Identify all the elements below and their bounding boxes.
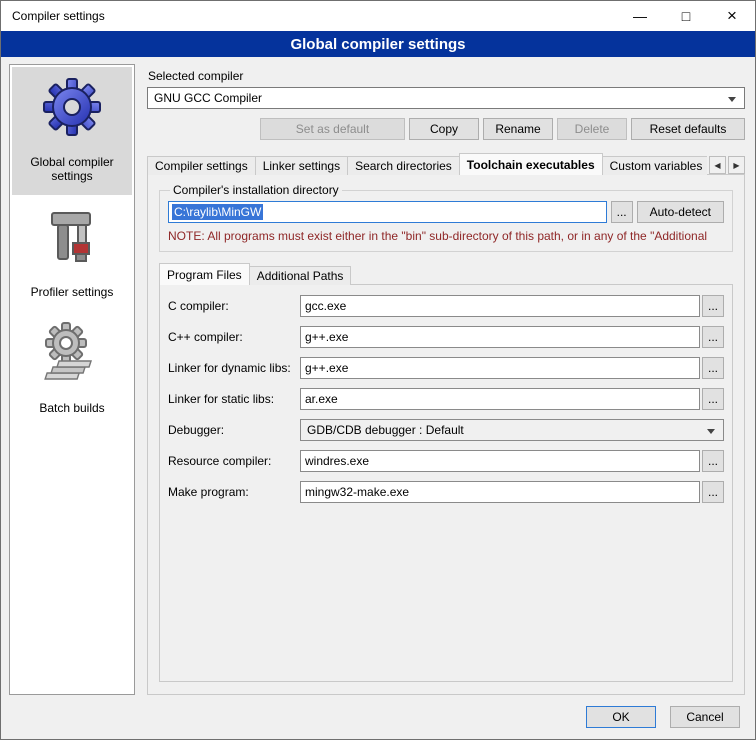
sidebar-item-profiler-settings[interactable]: Profiler settings <box>12 197 132 311</box>
tabs: Compiler settings Linker settings Search… <box>147 153 707 175</box>
minimize-button[interactable]: — <box>617 1 663 31</box>
debugger-row: Debugger: GDB/CDB debugger : Default <box>168 419 724 441</box>
c-compiler-value: gcc.exe <box>305 299 346 313</box>
dynamic-linker-value: g++.exe <box>305 361 348 375</box>
installation-directory-legend: Compiler's installation directory <box>170 183 342 197</box>
delete-button[interactable]: Delete <box>557 118 627 140</box>
make-program-label: Make program: <box>168 485 300 499</box>
dialog-footer: OK Cancel <box>1 695 755 739</box>
dynamic-linker-input[interactable]: g++.exe <box>300 357 700 379</box>
cpp-compiler-browse-button[interactable]: ... <box>702 326 724 348</box>
static-linker-label: Linker for static libs: <box>168 392 300 406</box>
ok-button[interactable]: OK <box>586 706 656 728</box>
sidebar-item-batch-builds[interactable]: Batch builds <box>12 313 132 427</box>
close-button[interactable]: × <box>709 1 755 31</box>
static-linker-browse-button[interactable]: ... <box>702 388 724 410</box>
c-compiler-browse-button[interactable]: ... <box>702 295 724 317</box>
resource-compiler-value: windres.exe <box>305 454 369 468</box>
cpp-compiler-label: C++ compiler: <box>168 330 300 344</box>
tab-program-files[interactable]: Program Files <box>159 263 250 285</box>
dynamic-linker-browse-button[interactable]: ... <box>702 357 724 379</box>
program-files-panel: C compiler: gcc.exe ... C++ compiler: g+… <box>159 284 733 682</box>
make-program-value: mingw32-make.exe <box>305 485 409 499</box>
tab-scroll-left-button[interactable]: ◀ <box>709 156 726 174</box>
tab-additional-paths[interactable]: Additional Paths <box>249 266 352 285</box>
installation-directory-group: Compiler's installation directory C:\ray… <box>159 183 733 252</box>
tab-toolchain-executables[interactable]: Toolchain executables <box>459 153 603 175</box>
arrow-right-icon: ▶ <box>733 161 739 170</box>
tab-custom-variables[interactable]: Custom variables <box>602 156 707 175</box>
compiler-settings-window: Compiler settings — □ × Global compiler … <box>0 0 756 740</box>
rename-button[interactable]: Rename <box>483 118 553 140</box>
bin-subdirectory-note: NOTE: All programs must exist either in … <box>168 229 724 243</box>
cpp-compiler-input[interactable]: g++.exe <box>300 326 700 348</box>
settings-sidebar: Global compiler settings Profiler se <box>9 64 135 695</box>
main-panel: Selected compiler GNU GCC Compiler Set a… <box>147 64 745 695</box>
minimize-icon: — <box>633 8 647 24</box>
installation-directory-input[interactable]: C:\raylib\MinGW <box>168 201 607 223</box>
cpp-compiler-value: g++.exe <box>305 330 348 344</box>
static-linker-row: Linker for static libs: ar.exe ... <box>168 388 724 410</box>
dialog-body: Global compiler settings Profiler se <box>1 57 755 695</box>
page-title: Global compiler settings <box>1 31 755 57</box>
tab-scroll-right-button[interactable]: ▶ <box>728 156 745 174</box>
cpp-compiler-row: C++ compiler: g++.exe ... <box>168 326 724 348</box>
set-as-default-button[interactable]: Set as default <box>260 118 405 140</box>
maximize-icon: □ <box>682 8 690 24</box>
installation-directory-browse-button[interactable]: ... <box>611 201 633 223</box>
resource-compiler-label: Resource compiler: <box>168 454 300 468</box>
dynamic-linker-label: Linker for dynamic libs: <box>168 361 300 375</box>
resource-compiler-row: Resource compiler: windres.exe ... <box>168 450 724 472</box>
selected-compiler-dropdown[interactable]: GNU GCC Compiler <box>147 87 745 109</box>
toolchain-executables-panel: Compiler's installation directory C:\ray… <box>147 174 745 695</box>
tab-linker-settings[interactable]: Linker settings <box>255 156 348 175</box>
program-files-tabstrip: Program Files Additional Paths <box>159 264 733 285</box>
debugger-value: GDB/CDB debugger : Default <box>307 423 464 437</box>
c-compiler-label: C compiler: <box>168 299 300 313</box>
auto-detect-button[interactable]: Auto-detect <box>637 201 724 223</box>
copy-button[interactable]: Copy <box>409 118 479 140</box>
sidebar-item-global-compiler-settings[interactable]: Global compiler settings <box>12 67 132 195</box>
reset-defaults-button[interactable]: Reset defaults <box>631 118 745 140</box>
tab-search-directories[interactable]: Search directories <box>347 156 460 175</box>
make-program-row: Make program: mingw32-make.exe ... <box>168 481 724 503</box>
sidebar-item-label: Global compiler settings <box>14 155 130 183</box>
arrow-left-icon: ◀ <box>714 161 720 170</box>
cancel-button[interactable]: Cancel <box>670 706 740 728</box>
window-title: Compiler settings <box>1 9 105 23</box>
dynamic-linker-row: Linker for dynamic libs: g++.exe ... <box>168 357 724 379</box>
sidebar-item-label: Batch builds <box>39 401 104 415</box>
chevron-down-icon <box>707 429 715 434</box>
make-program-input[interactable]: mingw32-make.exe <box>300 481 700 503</box>
installation-directory-row: C:\raylib\MinGW ... Auto-detect <box>168 201 724 223</box>
maximize-button[interactable]: □ <box>663 1 709 31</box>
tab-scroll-buttons: ◀ ▶ <box>709 156 745 174</box>
debugger-label: Debugger: <box>168 423 300 437</box>
static-linker-value: ar.exe <box>305 392 338 406</box>
resource-compiler-input[interactable]: windres.exe <box>300 450 700 472</box>
selected-compiler-value: GNU GCC Compiler <box>154 91 262 105</box>
profiler-icon <box>40 205 104 269</box>
gear-blue-icon <box>40 75 104 139</box>
settings-tabstrip: Compiler settings Linker settings Search… <box>147 153 745 175</box>
installation-directory-value: C:\raylib\MinGW <box>172 204 263 220</box>
make-program-browse-button[interactable]: ... <box>702 481 724 503</box>
static-linker-input[interactable]: ar.exe <box>300 388 700 410</box>
gear-gray-icon <box>40 321 104 385</box>
debugger-dropdown[interactable]: GDB/CDB debugger : Default <box>300 419 724 441</box>
titlebar: Compiler settings — □ × <box>1 1 755 31</box>
compiler-actions: Set as default Copy Rename Delete Reset … <box>147 118 745 140</box>
close-icon: × <box>727 6 737 26</box>
c-compiler-row: C compiler: gcc.exe ... <box>168 295 724 317</box>
chevron-down-icon <box>728 97 736 102</box>
resource-compiler-browse-button[interactable]: ... <box>702 450 724 472</box>
tab-compiler-settings[interactable]: Compiler settings <box>147 156 256 175</box>
c-compiler-input[interactable]: gcc.exe <box>300 295 700 317</box>
caption-buttons: — □ × <box>617 1 755 31</box>
sidebar-item-label: Profiler settings <box>31 285 114 299</box>
selected-compiler-label: Selected compiler <box>148 69 745 83</box>
